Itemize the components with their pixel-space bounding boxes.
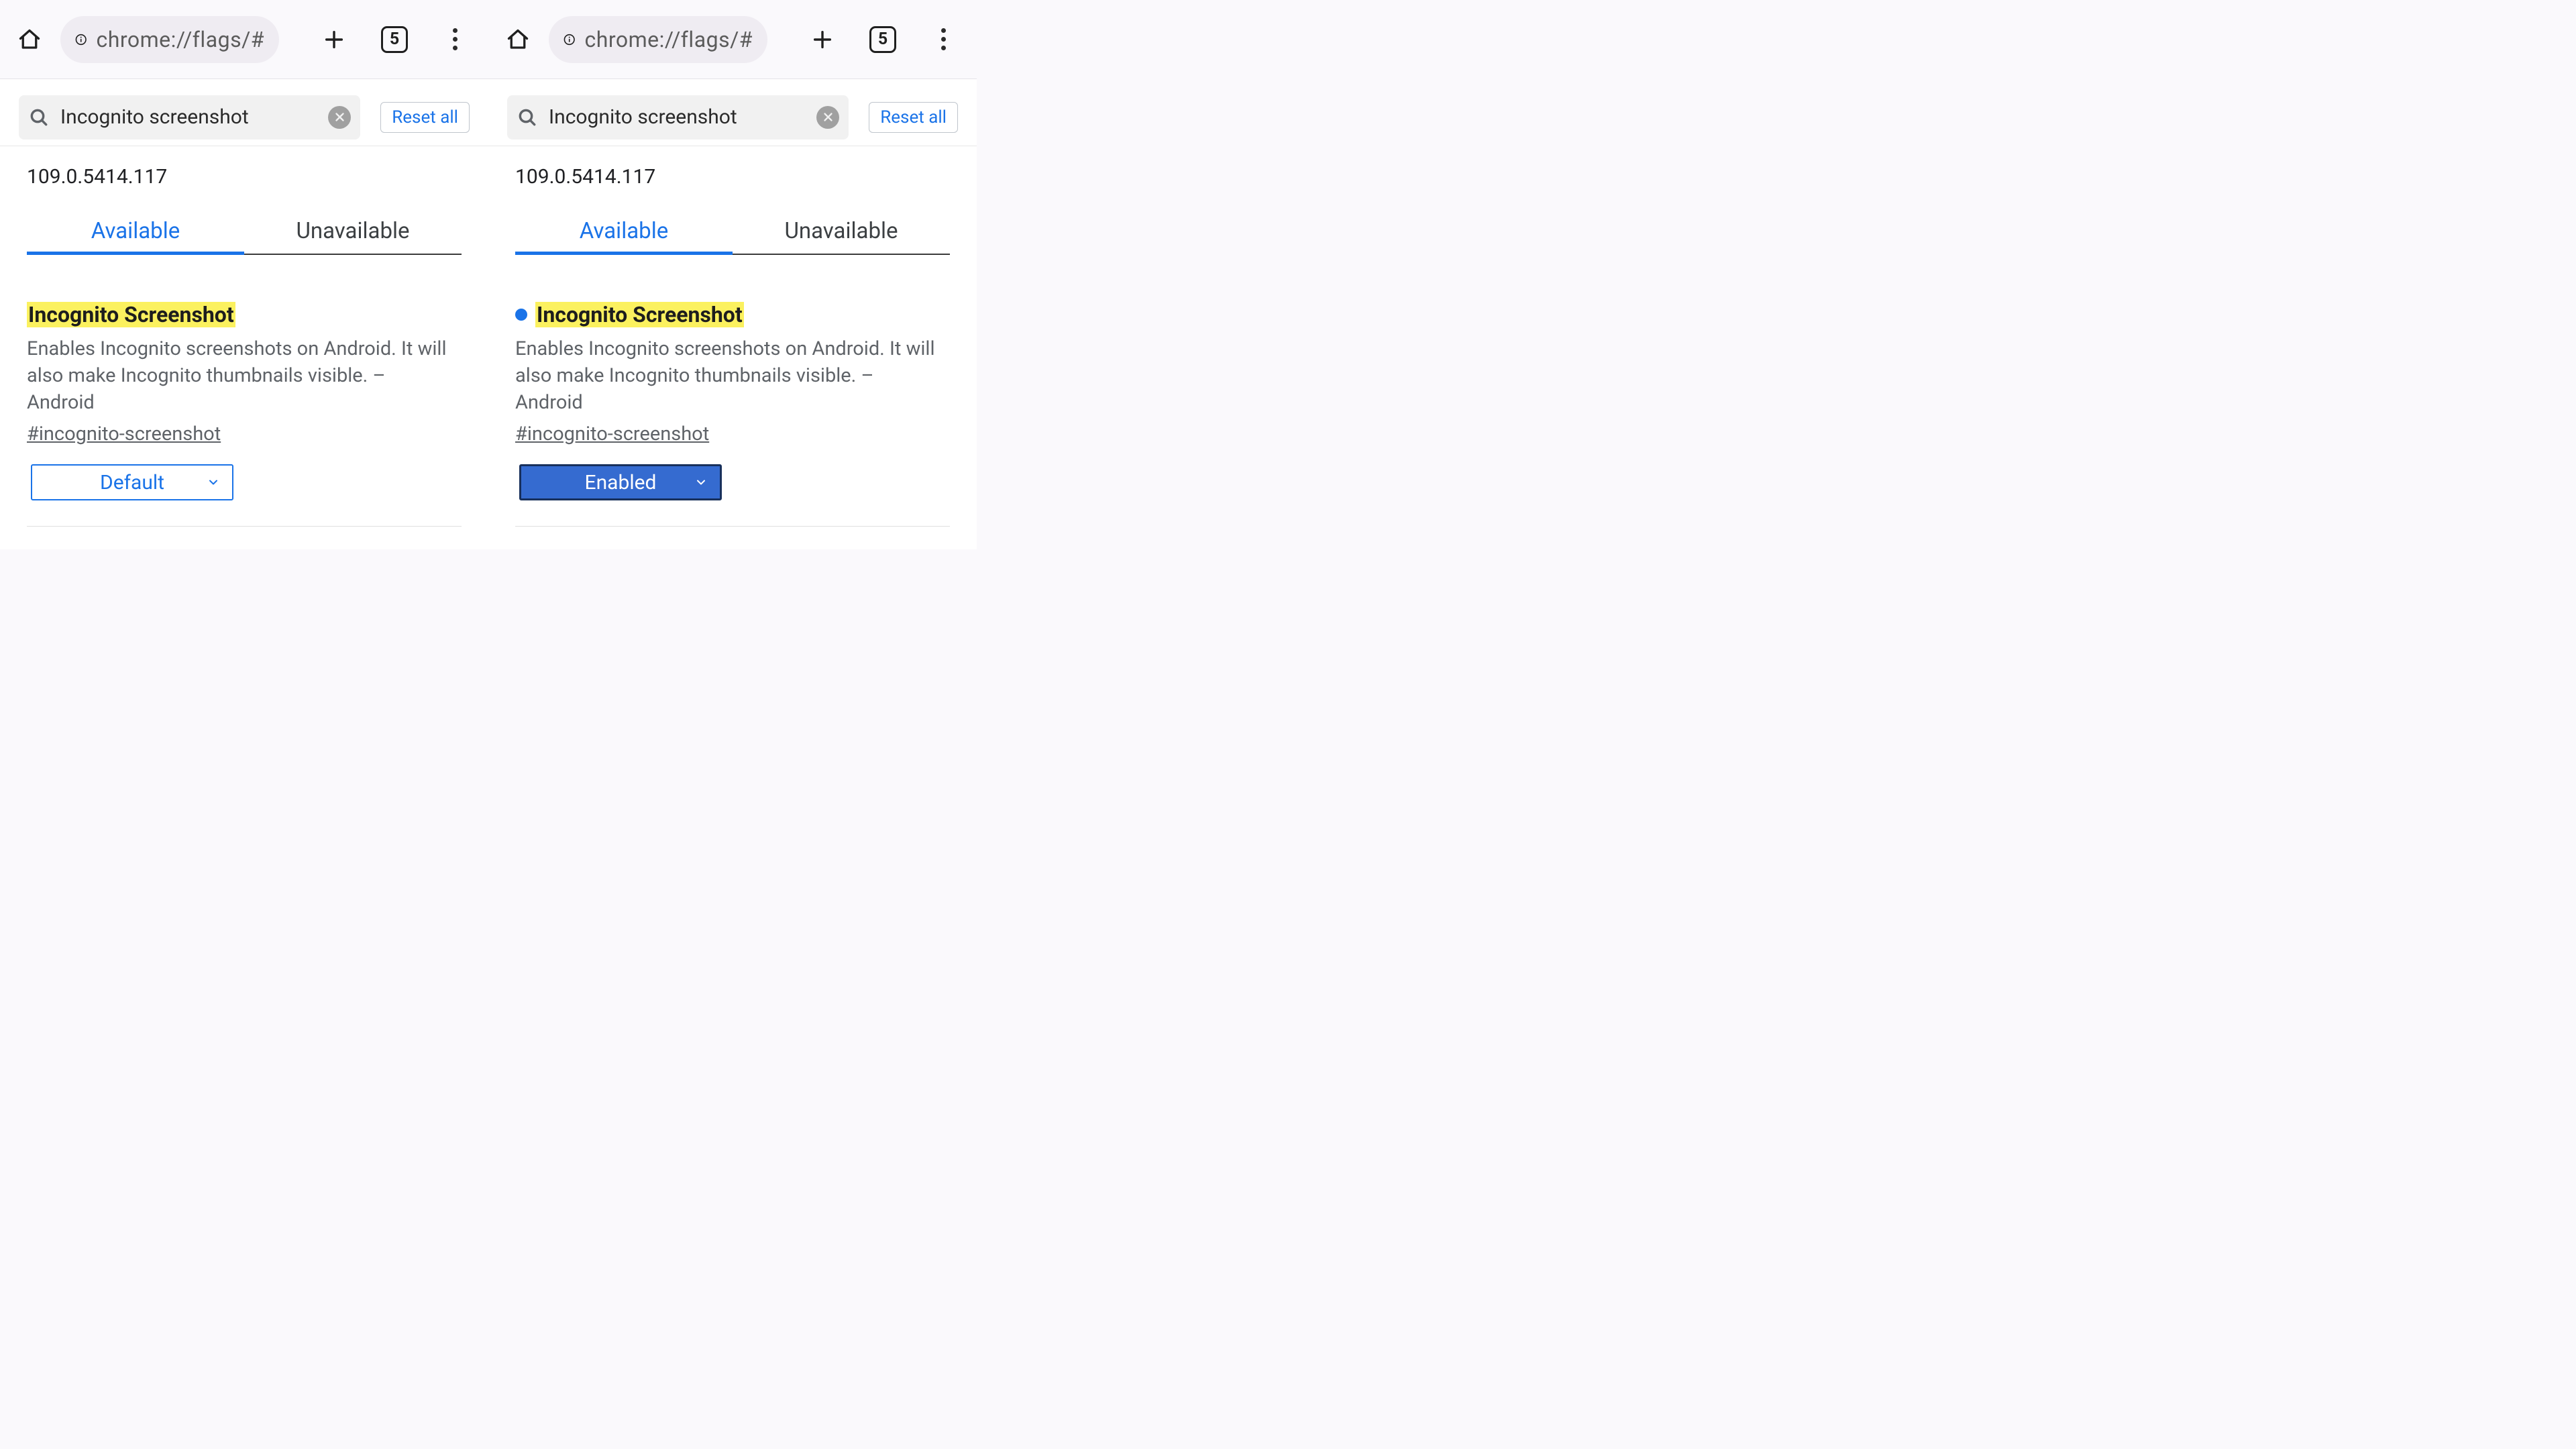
pane-right: chrome://flags/# 5 Incognito screenshot bbox=[488, 0, 977, 549]
search-row: Incognito screenshot Reset all bbox=[0, 89, 488, 146]
flag-search-input[interactable]: Incognito screenshot bbox=[507, 95, 849, 140]
chrome-version: 109.0.5414.117 bbox=[488, 146, 977, 189]
search-query: Incognito screenshot bbox=[549, 105, 806, 129]
flag-state-value: Enabled bbox=[585, 471, 657, 494]
home-button[interactable] bbox=[491, 13, 545, 66]
page-content: Incognito screenshot Reset all 109.0.541… bbox=[0, 79, 488, 549]
close-icon bbox=[822, 111, 834, 123]
pane-left: chrome://flags/# 5 Incognito screenshot bbox=[0, 0, 488, 549]
search-row: Incognito screenshot Reset all bbox=[488, 89, 977, 146]
tab-switcher-button[interactable]: 5 bbox=[853, 13, 912, 66]
omnibox-url: chrome://flags/# bbox=[584, 27, 753, 52]
omnibox-url: chrome://flags/# bbox=[96, 27, 264, 52]
browser-topbar: chrome://flags/# 5 bbox=[488, 0, 977, 79]
tab-count: 5 bbox=[869, 26, 896, 53]
overflow-menu-button[interactable] bbox=[914, 13, 973, 66]
chevron-down-icon bbox=[694, 476, 708, 489]
clear-search-button[interactable] bbox=[328, 106, 351, 129]
new-tab-button[interactable] bbox=[305, 13, 364, 66]
overflow-menu-button[interactable] bbox=[425, 13, 484, 66]
flag-tabs: Available Unavailable bbox=[27, 218, 462, 255]
home-button[interactable] bbox=[3, 13, 56, 66]
page-content: Incognito screenshot Reset all 109.0.541… bbox=[488, 79, 977, 549]
flag-title: Incognito Screenshot bbox=[27, 302, 235, 327]
tab-switcher-button[interactable]: 5 bbox=[365, 13, 424, 66]
flag-card: Incognito Screenshot Enables Incognito s… bbox=[27, 302, 462, 527]
chevron-down-icon bbox=[207, 476, 220, 489]
flag-description: Enables Incognito screenshots on Android… bbox=[515, 335, 945, 416]
home-icon bbox=[506, 28, 530, 52]
tab-available[interactable]: Available bbox=[27, 218, 244, 254]
clear-search-button[interactable] bbox=[816, 106, 839, 129]
flag-state-select[interactable]: Default bbox=[31, 464, 233, 500]
plus-icon bbox=[323, 28, 345, 51]
home-icon bbox=[17, 28, 42, 52]
omnibox[interactable]: chrome://flags/# bbox=[60, 16, 279, 63]
info-icon bbox=[564, 31, 575, 48]
flag-state-select[interactable]: Enabled bbox=[519, 464, 722, 500]
flag-tabs: Available Unavailable bbox=[515, 218, 950, 255]
reset-all-button[interactable]: Reset all bbox=[380, 102, 470, 133]
plus-icon bbox=[811, 28, 834, 51]
kebab-icon bbox=[941, 28, 946, 50]
omnibox[interactable]: chrome://flags/# bbox=[549, 16, 767, 63]
browser-topbar: chrome://flags/# 5 bbox=[0, 0, 488, 79]
chrome-version: 109.0.5414.117 bbox=[0, 146, 488, 189]
flag-title: Incognito Screenshot bbox=[535, 302, 744, 327]
search-query: Incognito screenshot bbox=[60, 105, 317, 129]
kebab-icon bbox=[453, 28, 458, 50]
changed-indicator-icon bbox=[515, 309, 527, 321]
flag-card: Incognito Screenshot Enables Incognito s… bbox=[515, 302, 950, 527]
search-icon bbox=[517, 107, 538, 128]
search-icon bbox=[28, 107, 50, 128]
tab-unavailable[interactable]: Unavailable bbox=[733, 218, 950, 254]
flag-description: Enables Incognito screenshots on Android… bbox=[27, 335, 456, 416]
tab-available[interactable]: Available bbox=[515, 218, 733, 254]
close-icon bbox=[334, 111, 345, 123]
info-icon bbox=[75, 31, 87, 48]
new-tab-button[interactable] bbox=[793, 13, 852, 66]
flag-anchor-link[interactable]: #incognito-screenshot bbox=[27, 423, 221, 445]
tab-count: 5 bbox=[381, 26, 408, 53]
flag-anchor-link[interactable]: #incognito-screenshot bbox=[515, 423, 709, 445]
reset-all-button[interactable]: Reset all bbox=[869, 102, 958, 133]
flag-search-input[interactable]: Incognito screenshot bbox=[19, 95, 360, 140]
flag-state-value: Default bbox=[100, 471, 164, 494]
tab-unavailable[interactable]: Unavailable bbox=[244, 218, 462, 254]
